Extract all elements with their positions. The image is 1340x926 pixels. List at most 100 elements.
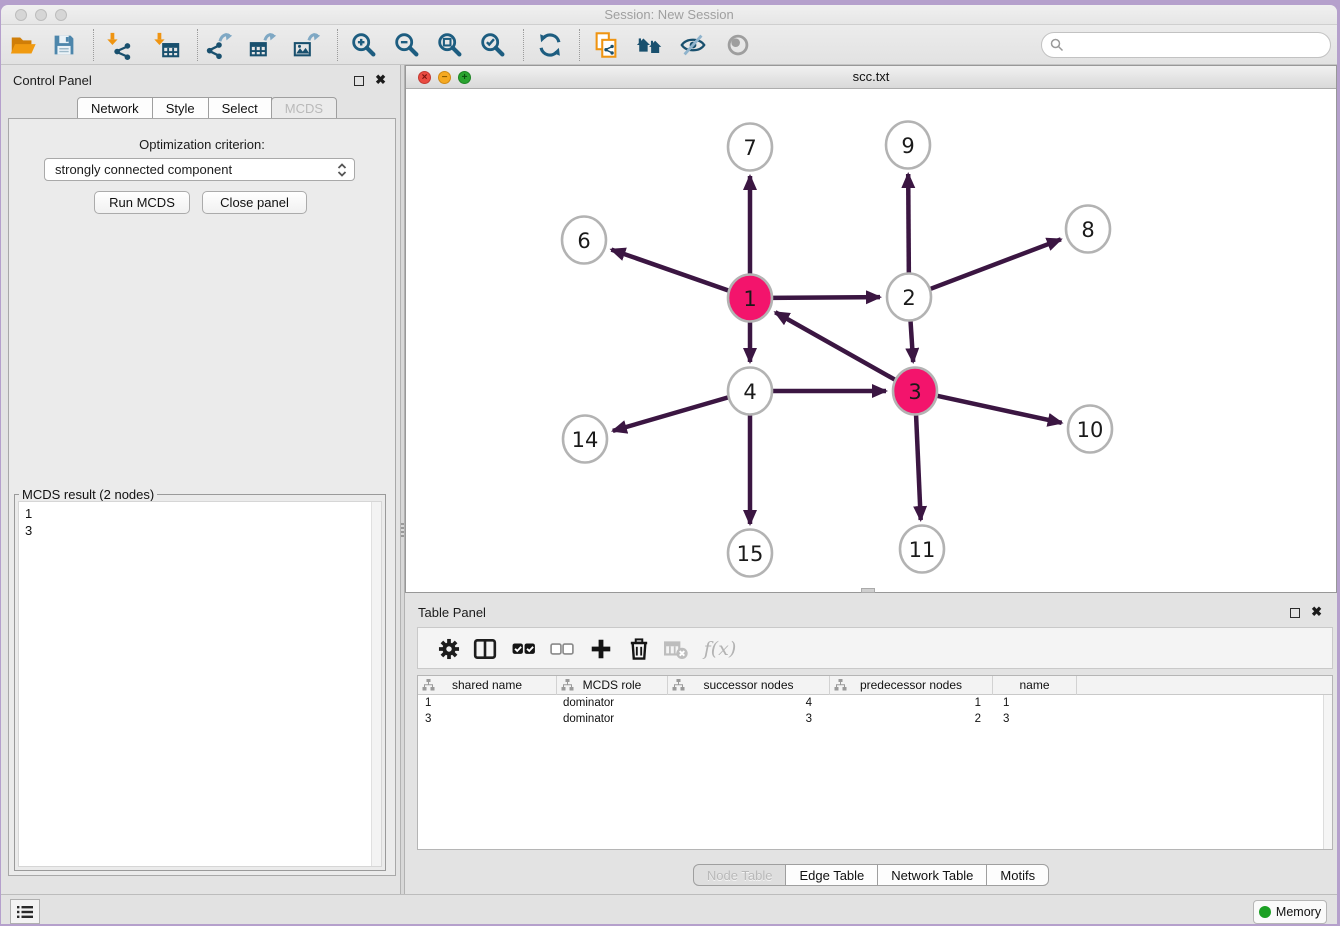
show-column-panel-icon[interactable] — [469, 633, 501, 665]
zoom-selected-icon[interactable] — [477, 29, 509, 61]
network-frame-titlebar[interactable]: × − + scc.txt — [406, 66, 1336, 89]
control-panel-title: Control Panel — [13, 73, 92, 88]
show-graphics-details-icon[interactable] — [722, 29, 754, 61]
open-file-icon[interactable] — [7, 29, 39, 61]
task-history-button[interactable] — [10, 899, 40, 924]
window-titlebar: Session: New Session — [1, 5, 1337, 25]
mcds-result-textarea[interactable]: 13 — [18, 501, 382, 867]
table-body: 1dominator4113dominator323 — [418, 695, 1332, 727]
run-mcds-button[interactable]: Run MCDS — [94, 191, 190, 214]
graph-node-label: 15 — [737, 542, 764, 566]
graph-edge-3-10[interactable] — [936, 395, 1062, 422]
table-scrollbar[interactable] — [1323, 695, 1332, 849]
graph-edge-1-2[interactable] — [771, 297, 880, 298]
column-header-label: predecessor nodes — [860, 678, 962, 692]
table-panel-title: Table Panel — [418, 605, 486, 620]
memory-label: Memory — [1276, 905, 1321, 919]
graph-edge-2-3[interactable] — [910, 318, 913, 362]
table-toolbar: f(x) — [417, 627, 1333, 669]
zoom-in-icon[interactable] — [348, 29, 380, 61]
dropdown-stepper-icon — [336, 162, 348, 178]
column-header-shared-name[interactable]: shared name — [418, 676, 557, 695]
table-cell: 3 — [418, 711, 557, 727]
table-options-icon[interactable] — [433, 633, 465, 665]
graph-node-label: 1 — [743, 287, 756, 311]
refresh-view-icon[interactable] — [534, 29, 566, 61]
hide-graphics-details-icon[interactable] — [677, 29, 709, 61]
column-header-MCDS-role[interactable]: MCDS role — [557, 676, 668, 695]
mcds-result-line: 1 — [25, 505, 381, 522]
toolbar-separator — [197, 29, 198, 61]
create-column-icon[interactable] — [585, 633, 617, 665]
export-table-icon[interactable] — [247, 29, 279, 61]
close-panel-button[interactable]: Close panel — [202, 191, 307, 214]
delete-table-icon[interactable] — [660, 633, 692, 665]
zoom-fit-icon[interactable] — [434, 29, 466, 61]
network-view-frame: × − + scc.txt 7968124314101511 — [405, 65, 1337, 593]
select-all-columns-icon[interactable] — [508, 633, 540, 665]
toolbar-separator — [523, 29, 524, 61]
graph-edge-3-1[interactable] — [775, 312, 896, 380]
search-field[interactable] — [1041, 32, 1331, 58]
tab-node-table[interactable]: Node Table — [693, 864, 787, 886]
graph-edge-1-6[interactable] — [611, 250, 730, 292]
tab-motifs[interactable]: Motifs — [986, 864, 1049, 886]
table-cell: 3 — [993, 711, 1077, 727]
import-network-icon[interactable] — [103, 29, 135, 61]
graph-edge-3-11[interactable] — [916, 412, 921, 520]
control-panel: Control Panel ✖ NetworkStyleSelectMCDS O… — [1, 65, 400, 894]
graph-edge-2-9[interactable] — [908, 174, 909, 276]
search-input[interactable] — [1069, 35, 1330, 55]
graph-node-label: 7 — [743, 136, 756, 160]
float-table-panel-icon[interactable] — [1290, 608, 1300, 618]
tab-select[interactable]: Select — [208, 97, 272, 119]
column-header-label: MCDS role — [583, 678, 642, 692]
tab-network[interactable]: Network — [77, 97, 153, 119]
mcds-result-line: 3 — [25, 522, 381, 539]
column-header-name[interactable]: name — [993, 676, 1077, 695]
tab-mcds[interactable]: MCDS — [271, 97, 337, 120]
memory-button[interactable]: Memory — [1253, 900, 1327, 924]
network-canvas[interactable]: 7968124314101511 — [406, 89, 1336, 593]
node-table: shared name MCDS role successor nodes prede… — [417, 675, 1333, 850]
table-cell: 2 — [830, 711, 993, 727]
column-header-successor-nodes[interactable]: successor nodes — [668, 676, 830, 695]
zoom-out-icon[interactable] — [391, 29, 423, 61]
mcds-result-scrollbar[interactable] — [371, 502, 381, 866]
tab-network-table[interactable]: Network Table — [877, 864, 987, 886]
table-cell: 4 — [668, 695, 830, 711]
import-table-icon[interactable] — [150, 29, 182, 61]
horizontal-split-handle[interactable] — [861, 588, 875, 593]
tab-edge-table[interactable]: Edge Table — [785, 864, 878, 886]
function-builder-icon[interactable]: f(x) — [698, 633, 742, 665]
save-session-icon[interactable] — [48, 29, 80, 61]
graph-node-label: 3 — [908, 380, 921, 404]
tab-style[interactable]: Style — [152, 97, 209, 119]
memory-status-icon — [1259, 906, 1271, 918]
export-image-icon[interactable] — [291, 29, 323, 61]
graph-node-label: 2 — [902, 286, 915, 310]
column-header-predecessor-nodes[interactable]: predecessor nodes — [830, 676, 993, 695]
float-panel-icon[interactable] — [354, 76, 364, 86]
close-panel-icon[interactable]: ✖ — [375, 71, 386, 89]
network-title: scc.txt — [406, 69, 1336, 84]
delete-columns-icon[interactable] — [623, 633, 655, 665]
first-neighbors-icon[interactable] — [634, 29, 666, 61]
table-row[interactable]: 3dominator323 — [418, 711, 1332, 727]
deselect-all-columns-icon[interactable] — [546, 633, 578, 665]
close-table-panel-icon[interactable]: ✖ — [1311, 603, 1322, 621]
control-panel-tabs: NetworkStyleSelectMCDS — [77, 97, 337, 119]
mcds-result-lines: 13 — [19, 502, 381, 539]
list-icon — [16, 904, 34, 920]
split-handle[interactable] — [401, 523, 404, 539]
mcds-result-group: MCDS result (2 nodes) 13 — [14, 494, 386, 871]
graph-node-label: 8 — [1081, 218, 1094, 242]
table-row[interactable]: 1dominator411 — [418, 695, 1332, 711]
search-icon — [1050, 38, 1064, 52]
criterion-dropdown[interactable]: strongly connected component — [44, 158, 355, 181]
graph-edge-4-14[interactable] — [613, 397, 730, 431]
duplicate-network-icon[interactable] — [590, 29, 622, 61]
table-cell: dominator — [557, 711, 668, 727]
export-network-icon[interactable] — [203, 29, 235, 61]
graph-edge-2-8[interactable] — [929, 239, 1061, 289]
